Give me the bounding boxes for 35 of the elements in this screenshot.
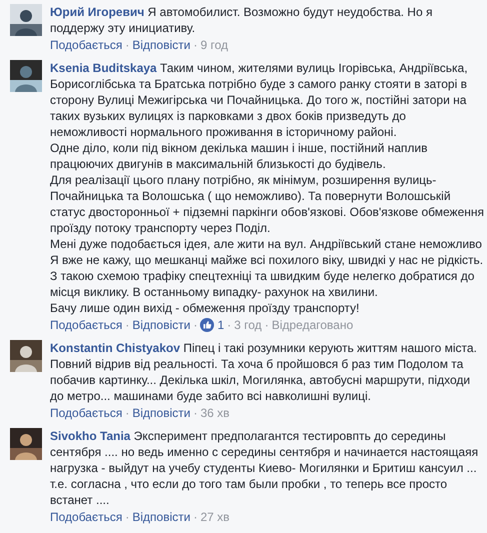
timestamp: 36 хв <box>200 405 230 421</box>
reaction-count[interactable]: 1 <box>217 317 224 333</box>
comment-text: Юрий Игоревич Я автомобилист. Возможно будут неудобства. Но я поддержу эту инициативу. <box>50 4 434 36</box>
thumbs-up-icon <box>200 318 214 332</box>
like-link[interactable]: Подобається <box>50 37 122 53</box>
comment-text: Одне діло, коли під вікном декілька машин і інше, постійний наплив працюючих двигунів в максимальній близькості до будівель. <box>50 140 428 172</box>
timestamp: 9 год <box>200 37 228 53</box>
separator-dot: · <box>193 509 198 525</box>
separator-dot: · <box>193 317 198 333</box>
separator-dot: · <box>227 317 232 333</box>
edited-label: Відредаговано <box>272 317 354 333</box>
timestamp: 27 хв <box>200 509 230 525</box>
like-link[interactable]: Подобається <box>50 405 122 421</box>
separator-dot: · <box>264 317 269 333</box>
comment-text: Бачу лише один вихід - обмеження проїзду транспорту! <box>50 300 360 316</box>
separator-dot: · <box>125 405 130 421</box>
comment-text: З такою схемою трафіку спецтехніці та швидким буде нелегко добратися до місця виклику. В останньому випадку- рахунок на хвилини. <box>50 268 476 300</box>
separator-dot: · <box>193 405 198 421</box>
comment-text: Для реалізації цього плану потрібно, як мінімум, розширення вулиць- Почайницька та Волошська ( що неможливо). Та повернути Волошській статус двосторонньої + підземні паркінги обов'язкові. Обов'язкове обмеження проїзду потоку транспорту через Поділ. <box>50 172 485 236</box>
comment-text: Ksenia Buditskaya Таким чином, жителями вулиць Ігорівська, Андріївська, Борисоглібська та Братська потрібно буде з самого ранку стояти в заторі в сторону Вулиці Межигірська чи Почайницька. До того ж, постійні затори на таких вузьких вулицях із парковками з двох боків призведуть до неможливості нормального проживання в історичному районі. <box>50 60 469 140</box>
reply-link[interactable]: Відповісти <box>132 37 190 53</box>
separator-dot: · <box>125 317 130 333</box>
reply-link[interactable]: Відповісти <box>132 405 190 421</box>
comment-text: Sivokho Tania Эксперимент предполагантся тестировпть до середины сентября .... но ведь именно с середины сентября и начинается настоящаяя нагрузка - выйдут на учебу студенты Киево- Могилянки и Бритиш кансуил ... т.е. согласна , что если до того там были пробки , то теперь все просто встанет .... <box>50 428 480 508</box>
comment-text: Konstantin Chistyakov Піпец і такі розумники керують життям нашого міста. Повний відрив від реальності. Та хоча б пройшовся б раз тим Подолом та побачив картинку... Декілька шкіл, Могилянка, автобусні маршрути, підходи до метро... машинами буде забито всі навколишні вулиці. <box>50 340 478 404</box>
like-link[interactable]: Подобається <box>50 317 122 333</box>
timestamp: 3 год <box>234 317 262 333</box>
separator-dot: · <box>125 37 130 53</box>
separator-dot: · <box>193 37 198 53</box>
separator-dot: · <box>125 509 130 525</box>
reply-link[interactable]: Відповісти <box>132 509 190 525</box>
like-link[interactable]: Подобається <box>50 509 122 525</box>
comment-text: Мені дуже подобається ідея, але жити на вул. Андріївський стане неможливо <box>50 236 483 252</box>
reply-link[interactable]: Відповісти <box>132 317 190 333</box>
comment-text: Я вже не кажу, що мешканці майже всі похилого віку, швидкі у нас не рідкість. <box>50 252 484 268</box>
